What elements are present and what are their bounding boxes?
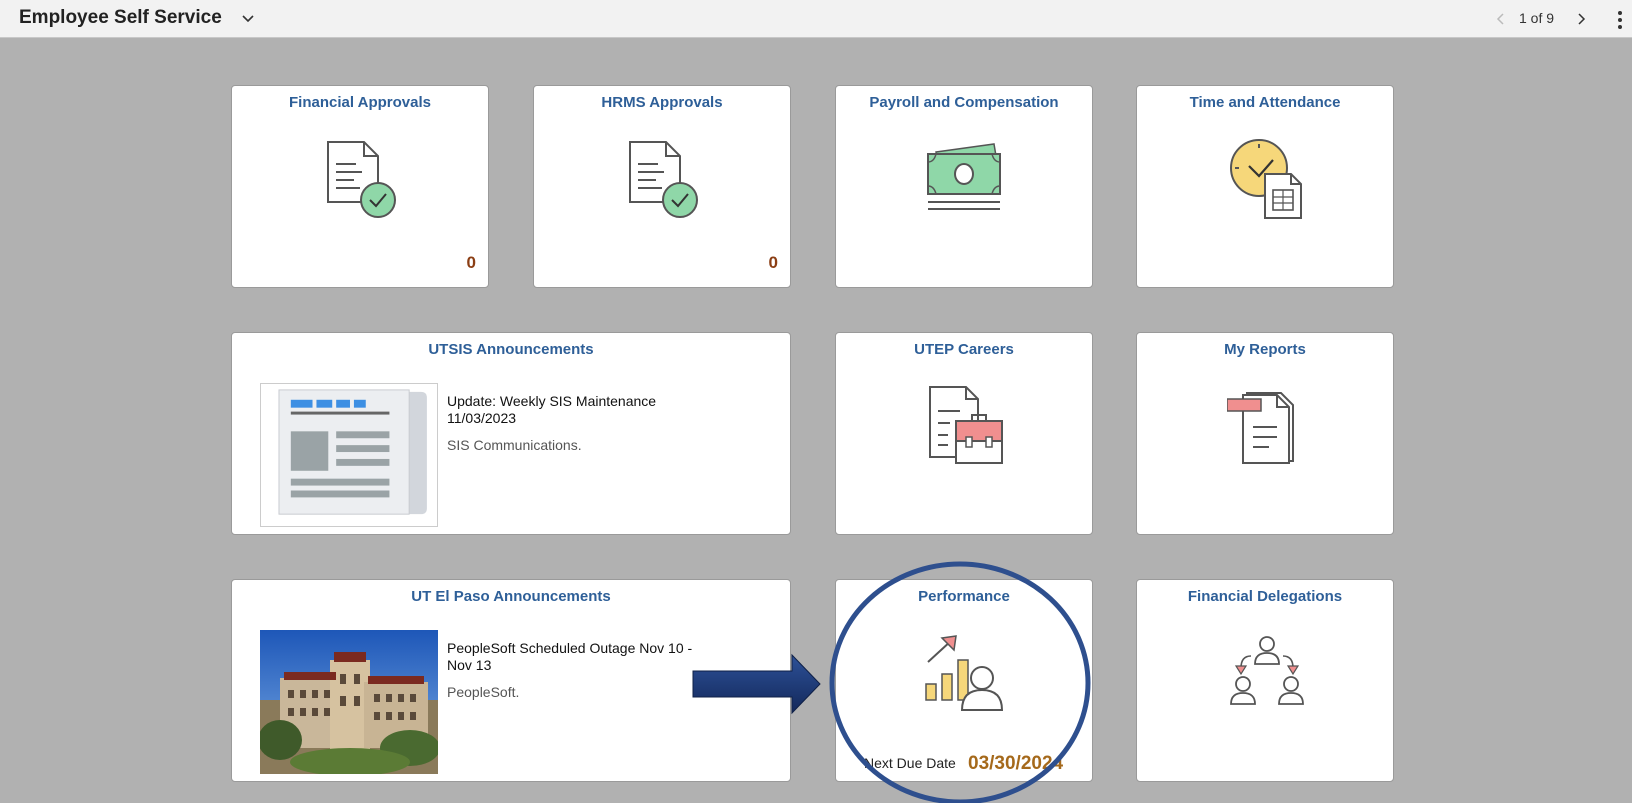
tile-financial-delegations[interactable]: Financial Delegations bbox=[1136, 579, 1394, 782]
newspaper-icon bbox=[260, 383, 438, 527]
tile-title: Financial Delegations bbox=[1187, 588, 1343, 605]
page-indicator: 1 of 9 bbox=[1519, 10, 1555, 26]
tile-time-attendance[interactable]: Time and Attendance bbox=[1136, 85, 1394, 288]
next-due-date-value: 03/30/2024 bbox=[968, 753, 1064, 774]
performance-chart-person-icon bbox=[925, 635, 1004, 711]
tile-utsis-announcements[interactable]: UTSIS Announcements Update: Weekly SIS M… bbox=[231, 332, 791, 535]
approval-document-icon bbox=[629, 141, 698, 218]
tile-performance[interactable]: Performance Next Due Date 03/30/2024 bbox=[835, 579, 1093, 782]
announcement-title[interactable]: PeopleSoft Scheduled Outage Nov 10 - Nov… bbox=[447, 640, 717, 674]
tile-ut-el-paso-announcements[interactable]: UT El Paso Announcements PeopleSoft Sche… bbox=[231, 579, 791, 782]
resume-briefcase-icon bbox=[929, 386, 1003, 464]
tile-title: UTEP Careers bbox=[914, 341, 1014, 358]
tile-title: My Reports bbox=[1224, 341, 1306, 358]
page-title[interactable]: Employee Self Service bbox=[19, 7, 222, 29]
tile-title: Performance bbox=[918, 588, 1010, 605]
campus-building-photo bbox=[260, 630, 438, 774]
next-page-icon[interactable] bbox=[1576, 12, 1586, 26]
tile-title: Time and Attendance bbox=[1189, 94, 1341, 111]
approval-document-icon bbox=[327, 141, 396, 218]
tile-payroll-compensation[interactable]: Payroll and Compensation bbox=[835, 85, 1093, 288]
tile-title: Payroll and Compensation bbox=[869, 94, 1059, 111]
chevron-down-icon[interactable] bbox=[241, 11, 255, 25]
tile-utep-careers[interactable]: UTEP Careers bbox=[835, 332, 1093, 535]
tile-title: Financial Approvals bbox=[289, 94, 431, 111]
announcement-title[interactable]: Update: Weekly SIS Maintenance 11/03/202… bbox=[447, 393, 717, 427]
money-icon bbox=[927, 143, 1001, 210]
pending-count: 0 bbox=[466, 253, 476, 272]
banner-header: Employee Self Service 1 of 9 bbox=[0, 0, 1632, 38]
announcement-source: SIS Communications. bbox=[447, 437, 582, 453]
announcement-source: PeopleSoft. bbox=[447, 684, 520, 700]
reports-icon bbox=[1227, 392, 1294, 464]
clock-timesheet-icon bbox=[1230, 139, 1302, 219]
tile-title: HRMS Approvals bbox=[601, 94, 723, 111]
tile-title: UT El Paso Announcements bbox=[411, 588, 611, 605]
more-actions-icon[interactable] bbox=[1616, 9, 1624, 31]
delegation-people-icon bbox=[1230, 636, 1304, 705]
tile-my-reports[interactable]: My Reports bbox=[1136, 332, 1394, 535]
pending-count: 0 bbox=[768, 253, 778, 272]
tile-financial-approvals[interactable]: Financial Approvals 0 bbox=[231, 85, 489, 288]
tile-title: UTSIS Announcements bbox=[428, 341, 594, 358]
next-due-date-label: Next Due Date bbox=[864, 755, 956, 771]
previous-page-icon[interactable] bbox=[1496, 12, 1506, 26]
tile-hrms-approvals[interactable]: HRMS Approvals 0 bbox=[533, 85, 791, 288]
